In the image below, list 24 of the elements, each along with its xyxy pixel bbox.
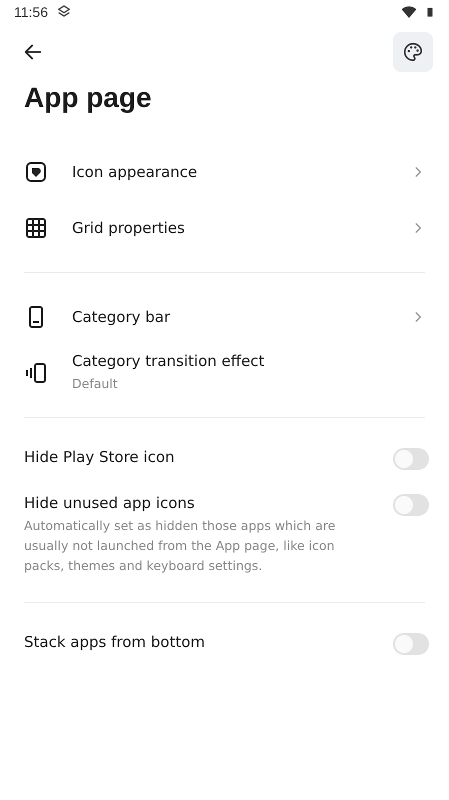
item-subtitle: Default [72,375,119,393]
wifi-icon [401,4,417,20]
item-label: Hide Play Store icon [24,448,176,466]
item-subtitle: Automatically set as hidden those apps which are usually not launched from the App page, like icon packs, themes and keyboard settings. [24,517,336,575]
item-label: Icon appearance [72,163,198,181]
settings-item[interactable]: Category bar [0,289,449,345]
theme-button[interactable] [393,32,433,72]
item-label: Hide unused app icons [24,494,196,512]
settings-item[interactable]: Category transition effect Default [0,345,449,401]
palette-icon [402,41,424,63]
page-title: App page [24,82,153,114]
item-label: Category bar [72,308,172,326]
toggle-switch[interactable] [393,448,429,470]
status-time: 11:56 [14,4,48,20]
transition-icon [24,361,48,385]
settings-item[interactable]: Grid properties [0,200,449,256]
toggle-switch[interactable] [393,633,429,655]
grid-icon [24,216,48,240]
toggle-switch[interactable] [393,494,429,516]
settings-item[interactable]: Icon appearance [0,144,449,200]
item-label: Stack apps from bottom [24,633,206,651]
item-label: Category transition effect [72,352,266,370]
item-label: Grid properties [72,219,186,237]
shape-icon [24,160,48,184]
